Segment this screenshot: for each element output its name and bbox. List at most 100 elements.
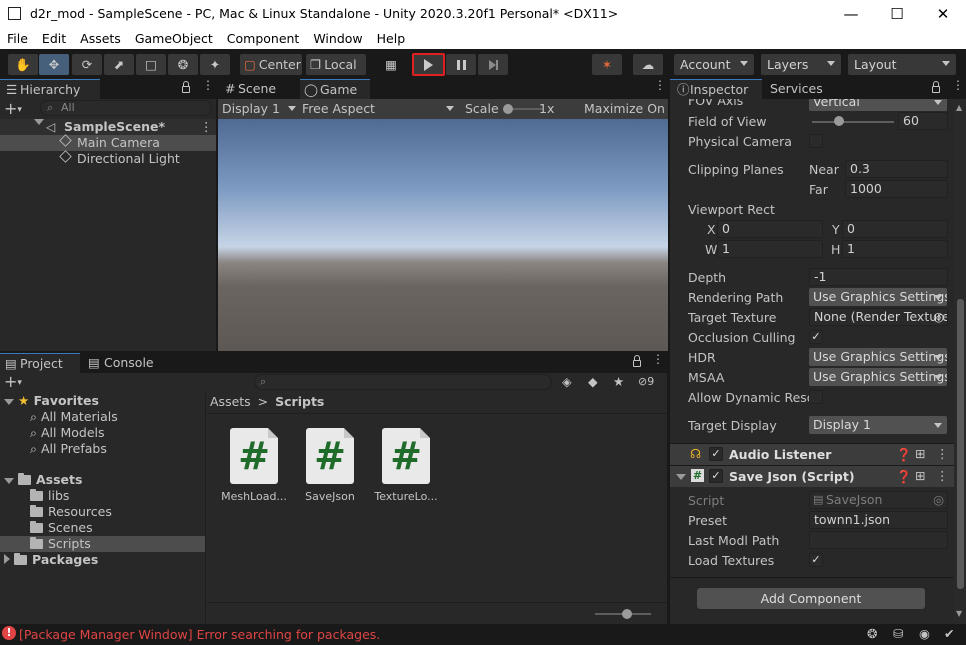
breadcrumb-assets[interactable]: Assets [210,394,251,409]
more-options-icon[interactable]: ⋮ [202,79,214,91]
check-circle-icon[interactable]: ✔ [944,626,954,641]
favorite-all-prefabs[interactable]: ⌕ All Prefabs [30,441,107,457]
viewport-y-input[interactable]: 0 [842,220,948,238]
scale-tool-icon[interactable]: ⬈ [104,54,134,75]
display-dropdown[interactable]: Display 1 [222,101,298,116]
scene-menu-icon[interactable]: ⋮ [200,119,213,135]
menu-component[interactable]: Component [220,31,307,46]
depth-input[interactable]: -1 [809,268,948,286]
close-button[interactable]: ✕ [920,0,966,28]
preset-icon[interactable]: ⊞ [915,446,925,461]
minimize-button[interactable]: — [828,0,874,28]
layout-dropdown[interactable]: Layout [848,54,956,75]
add-component-button[interactable]: Add Component [697,588,925,609]
csharp-script-icon[interactable]: # [306,428,354,484]
dynamic-resolution-checkbox[interactable] [809,390,823,404]
move-tool-icon[interactable]: ✥ [39,54,69,75]
maximize-on-play-toggle[interactable]: Maximize On P [584,101,676,116]
tab-game[interactable]: ◯ Game [300,79,370,99]
project-search-input[interactable]: ⌕ [254,374,552,390]
status-error-message[interactable]: [Package Manager Window] Error searching… [19,627,380,642]
custom-tool-icon[interactable]: ✦ [200,54,230,75]
preset-input[interactable]: townn1.json [809,511,948,529]
icon-size-slider-knob[interactable] [622,609,632,619]
collab-icon[interactable]: ✶ [592,54,622,75]
scroll-up-icon[interactable]: ▲ [956,103,962,112]
last-modl-path-input[interactable] [809,531,948,549]
component-menu-icon[interactable]: ⋮ [936,468,949,483]
scale-slider-knob[interactable] [503,104,513,114]
rotate-tool-icon[interactable]: ⟳ [72,54,102,75]
menu-help[interactable]: Help [370,31,413,46]
debug-icon[interactable]: ❂ [867,626,877,641]
load-textures-checkbox[interactable]: ✓ [809,553,823,567]
fov-slider[interactable] [812,121,894,123]
menu-file[interactable]: File [0,31,35,46]
asset-meshloader[interactable]: MeshLoad... [219,490,289,503]
fov-input[interactable]: 60 [898,112,948,130]
audio-listener-enabled-checkbox[interactable]: ✓ [709,447,723,461]
maximize-button[interactable]: ☐ [874,0,920,28]
fov-slider-knob[interactable] [834,116,844,126]
lock-icon[interactable] [182,81,190,93]
pause-button[interactable] [446,54,476,75]
near-input[interactable]: 0.3 [845,160,948,178]
tab-inspector[interactable]: ⓘ Inspector [670,79,762,99]
transform-tool-icon[interactable]: ❂ [168,54,198,75]
tab-project[interactable]: ▤ Project [0,353,80,373]
create-asset-button[interactable]: +▾ [4,374,22,390]
breadcrumb-scripts[interactable]: Scripts [275,394,324,409]
csharp-script-icon[interactable]: # [230,428,278,484]
asset-savejson[interactable]: SaveJson [295,490,365,503]
target-display-dropdown[interactable]: Display 1 [809,416,947,434]
rendering-path-dropdown[interactable]: Use Graphics Settings [809,288,947,306]
add-button[interactable]: +▾ [4,101,22,117]
tab-services[interactable]: Services [750,79,840,99]
far-input[interactable]: 1000 [845,180,948,198]
tab-scene[interactable]: # Scene [218,79,298,99]
inspector-scrollbar[interactable]: ▲ ▼ [954,99,966,624]
menu-gameobject[interactable]: GameObject [128,31,220,46]
aspect-dropdown[interactable]: Free Aspect [302,101,458,116]
scrollbar-thumb[interactable] [957,299,964,589]
lock-icon[interactable] [932,81,940,93]
layers-dropdown[interactable]: Layers [761,54,841,75]
viewport-x-input[interactable]: 0 [717,220,823,238]
asset-textureloader[interactable]: TextureLo... [371,490,441,503]
hidden-packages-toggle[interactable]: ⊘9 [638,374,654,390]
database-icon[interactable]: ⛁ [893,626,903,641]
hdr-dropdown[interactable]: Use Graphics Settings [809,348,947,366]
lock-icon[interactable] [633,355,641,367]
help-icon[interactable]: ❓ [896,447,912,463]
more-options-icon[interactable]: ⋮ [952,79,964,91]
account-dropdown[interactable]: Account [674,54,754,75]
folder-libs[interactable]: libs [30,488,69,504]
game-render-viewport[interactable] [218,119,668,351]
hierarchy-item-main-camera[interactable]: Main Camera [0,134,216,151]
save-json-header[interactable]: # ✓ Save Json (Script) ❓ ⊞ ⋮ [670,465,954,487]
favorite-all-materials[interactable]: ⌕ All Materials [30,409,118,425]
physical-camera-checkbox[interactable] [809,134,823,148]
cloud-icon[interactable]: ☁ [633,54,663,75]
packages-folder[interactable]: Packages [4,552,98,568]
favorite-all-models[interactable]: ⌕ All Models [30,425,105,441]
fov-axis-dropdown[interactable]: Vertical [809,99,947,111]
viewport-h-input[interactable]: 1 [842,240,948,258]
occlusion-culling-checkbox[interactable]: ✓ [809,330,823,344]
folder-scripts[interactable]: Scripts [0,536,205,552]
step-button[interactable] [478,54,508,75]
rect-tool-icon[interactable]: □ [136,54,166,75]
pivot-toggle-button[interactable]: ▢ Center [240,54,302,75]
assets-folder[interactable]: Assets [4,472,82,488]
target-texture-field[interactable]: None (Render Texture) ◎ [809,308,948,326]
hierarchy-item-directional-light[interactable]: Directional Light [0,150,216,167]
hand-tool-icon[interactable]: ✋ [8,54,38,75]
more-options-icon[interactable]: ⋮ [652,353,664,365]
tab-console[interactable]: ▤ Console [84,353,174,373]
play-button[interactable] [412,53,445,76]
viewport-w-input[interactable]: 1 [717,240,823,258]
msaa-dropdown[interactable]: Use Graphics Settings [809,368,947,386]
menu-window[interactable]: Window [306,31,369,46]
scroll-down-icon[interactable]: ▼ [956,609,962,618]
menu-edit[interactable]: Edit [35,31,73,46]
